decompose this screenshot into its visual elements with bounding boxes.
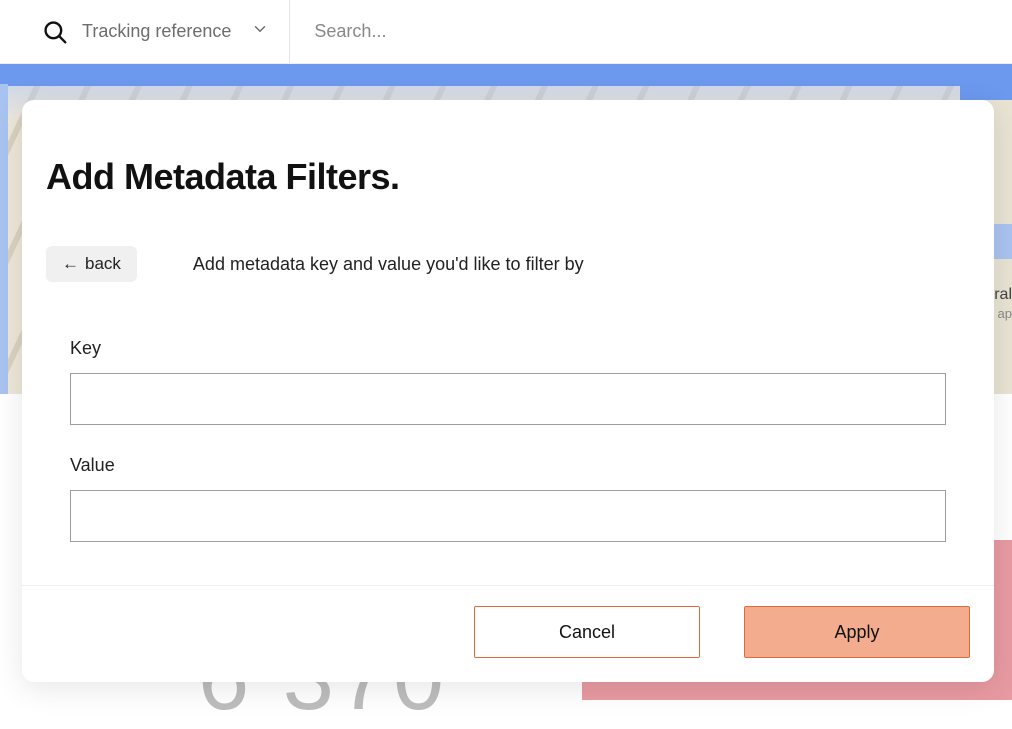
value-label: Value [70, 455, 946, 476]
chevron-down-icon [251, 20, 269, 43]
back-label: back [85, 254, 121, 274]
modal-title: Add Metadata Filters. [46, 156, 970, 198]
key-row: Key [70, 338, 946, 425]
key-input[interactable] [70, 373, 946, 425]
search-icon [42, 19, 68, 45]
back-button[interactable]: ← back [46, 246, 137, 282]
modal-footer: Cancel Apply [22, 585, 994, 682]
modal-body: Add Metadata Filters. ← back Add metadat… [22, 100, 994, 585]
key-label: Key [70, 338, 946, 359]
search-scope-label: Tracking reference [82, 21, 231, 42]
map-partial-label: ral [994, 286, 1012, 304]
map-decor [0, 84, 8, 394]
metadata-filters-modal: Add Metadata Filters. ← back Add metadat… [22, 100, 994, 682]
cancel-button[interactable]: Cancel [474, 606, 700, 658]
modal-instruction: Add metadata key and value you'd like to… [193, 254, 584, 275]
search-area [290, 21, 1012, 42]
search-scope-dropdown[interactable]: Tracking reference [0, 0, 290, 63]
filter-form: Key Value [46, 282, 970, 542]
value-input[interactable] [70, 490, 946, 542]
search-input[interactable] [314, 21, 1012, 42]
modal-subheader: ← back Add metadata key and value you'd … [46, 246, 970, 282]
top-bar: Tracking reference [0, 0, 1012, 64]
apply-button[interactable]: Apply [744, 606, 970, 658]
arrow-left-icon: ← [62, 254, 79, 274]
map-partial-label: ap [998, 306, 1012, 321]
value-row: Value [70, 455, 946, 542]
